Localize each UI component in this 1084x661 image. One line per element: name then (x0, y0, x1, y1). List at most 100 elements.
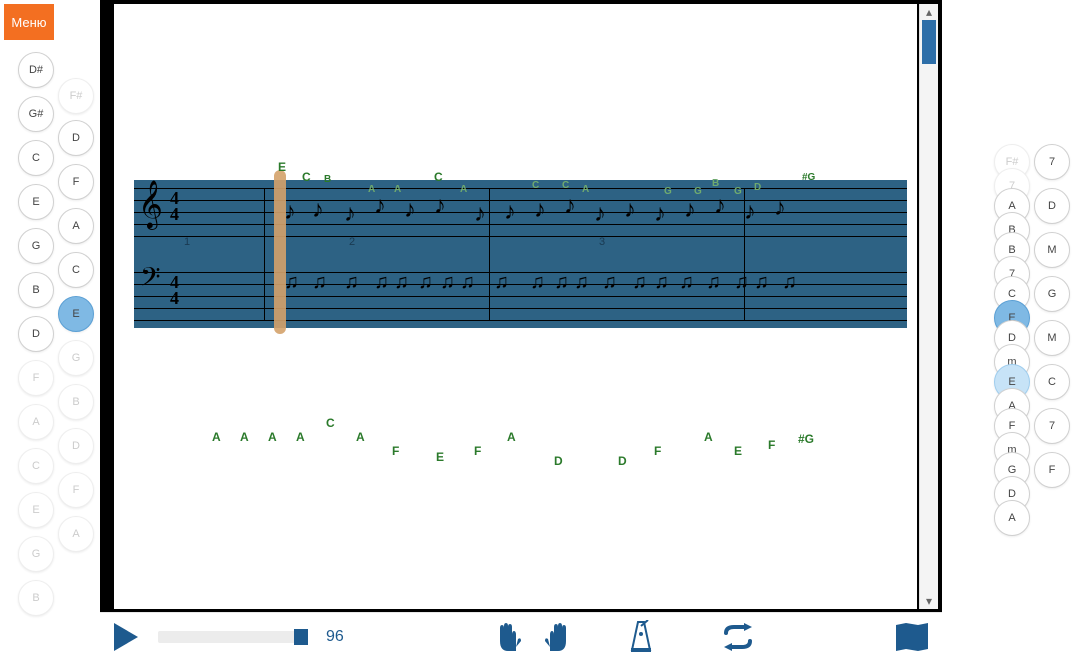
left-key-A[interactable]: A (58, 208, 94, 244)
note: ♫ (782, 272, 797, 292)
note: ♪ (714, 194, 726, 218)
bass-clef: 𝄢 (140, 264, 161, 296)
note: ♪ (654, 202, 666, 226)
right-key-7[interactable]: 7 (1034, 408, 1070, 444)
left-hand-button[interactable] (494, 621, 524, 653)
left-key-Dsharp[interactable]: D# (18, 52, 54, 88)
left-key-A[interactable]: A (58, 516, 94, 552)
note-letter: C (562, 180, 569, 191)
note: ♪ (344, 202, 356, 226)
bar-number: 1 (184, 236, 190, 248)
tempo-slider-thumb[interactable] (294, 629, 308, 645)
left-key-D[interactable]: D (18, 316, 54, 352)
play-button[interactable] (112, 621, 140, 653)
note: ♫ (460, 272, 475, 292)
note: ♪ (774, 196, 786, 220)
note: ♫ (344, 272, 359, 292)
note-letter: A (268, 430, 277, 444)
note: ♫ (530, 272, 545, 292)
left-key-E[interactable]: E (18, 492, 54, 528)
note: ♫ (632, 272, 647, 292)
right-key-panel: F#77ADBBM7CGEDMmECAF7mGFDA (984, 0, 1084, 613)
note: ♪ (404, 198, 416, 222)
note: ♫ (554, 272, 569, 292)
tempo-slider[interactable] (158, 631, 308, 643)
time-signature-treble: 44 (170, 190, 179, 222)
scroll-up-arrow[interactable]: ▴ (920, 4, 938, 20)
barline (489, 188, 490, 320)
playback-cursor[interactable] (274, 170, 286, 334)
tempo-value: 96 (326, 628, 356, 646)
note-letter: B (324, 174, 331, 185)
right-key-D[interactable]: D (1034, 188, 1070, 224)
note: ♫ (312, 272, 327, 292)
note-letter: C (532, 180, 539, 191)
left-key-B[interactable]: B (18, 580, 54, 616)
left-key-C[interactable]: C (18, 140, 54, 176)
score-page[interactable]: 𝄞 𝄢 44 44 123ECBAACACCAGGBGD#G♪♪♪♪♪♪♪♪♪♪… (114, 4, 917, 609)
note-letter: A (394, 184, 401, 195)
metronome-button[interactable] (628, 620, 654, 654)
note-letter: F (768, 438, 775, 452)
right-key-C[interactable]: C (1034, 364, 1070, 400)
note: ♪ (594, 202, 606, 226)
left-key-C[interactable]: C (58, 252, 94, 288)
left-key-G[interactable]: G (18, 536, 54, 572)
right-key-7[interactable]: 7 (1034, 144, 1070, 180)
note-letter: F (654, 444, 661, 458)
right-key-A[interactable]: A (994, 500, 1030, 536)
note-letter: A (582, 184, 589, 195)
left-key-B[interactable]: B (18, 272, 54, 308)
note: ♪ (744, 200, 756, 224)
scroll-down-arrow[interactable]: ▾ (920, 593, 938, 609)
note-letter: E (278, 160, 286, 174)
note: ♪ (474, 202, 486, 226)
note: ♪ (504, 200, 516, 224)
right-key-G[interactable]: G (1034, 276, 1070, 312)
note: ♫ (494, 272, 509, 292)
note-letter: C (326, 416, 335, 430)
note: ♫ (374, 272, 389, 292)
left-key-B[interactable]: B (58, 384, 94, 420)
menu-button[interactable]: Меню (4, 4, 54, 40)
left-key-A[interactable]: A (18, 404, 54, 440)
note-letter: A (296, 430, 305, 444)
left-key-G[interactable]: G (58, 340, 94, 376)
note: ♫ (734, 272, 749, 292)
note: ♪ (434, 194, 446, 218)
left-key-Gsharp[interactable]: G# (18, 96, 54, 132)
right-key-M[interactable]: M (1034, 320, 1070, 356)
left-key-E[interactable]: E (58, 296, 94, 332)
view-mode-button[interactable] (894, 621, 930, 653)
left-key-F[interactable]: F (18, 360, 54, 396)
note-letter: #G (802, 172, 815, 183)
note-letter: F (392, 444, 399, 458)
score-viewport: 𝄞 𝄢 44 44 123ECBAACACCAGGBGD#G♪♪♪♪♪♪♪♪♪♪… (100, 0, 942, 613)
note: ♪ (624, 198, 636, 222)
right-key-M[interactable]: M (1034, 232, 1070, 268)
left-key-Fsharp[interactable]: F# (58, 78, 94, 114)
loop-button[interactable] (720, 623, 756, 651)
note-letter: #G (798, 432, 814, 446)
note-letter: A (704, 430, 713, 444)
note: ♫ (706, 272, 721, 292)
left-key-D[interactable]: D (58, 120, 94, 156)
left-key-F[interactable]: F (58, 164, 94, 200)
treble-clef: 𝄞 (138, 184, 163, 226)
right-hand-button[interactable] (542, 621, 572, 653)
vertical-scrollbar[interactable]: ▴ ▾ (919, 4, 938, 609)
scroll-thumb[interactable] (922, 20, 936, 64)
note-letter: G (734, 186, 742, 197)
left-key-D[interactable]: D (58, 428, 94, 464)
left-key-C[interactable]: C (18, 448, 54, 484)
note: ♫ (284, 272, 299, 292)
left-key-G[interactable]: G (18, 228, 54, 264)
note: ♪ (564, 194, 576, 218)
right-key-F[interactable]: F (1034, 452, 1070, 488)
left-key-F[interactable]: F (58, 472, 94, 508)
note: ♪ (374, 194, 386, 218)
note-letter: A (212, 430, 221, 444)
left-key-E[interactable]: E (18, 184, 54, 220)
note: ♪ (684, 198, 696, 222)
note: ♫ (679, 272, 694, 292)
